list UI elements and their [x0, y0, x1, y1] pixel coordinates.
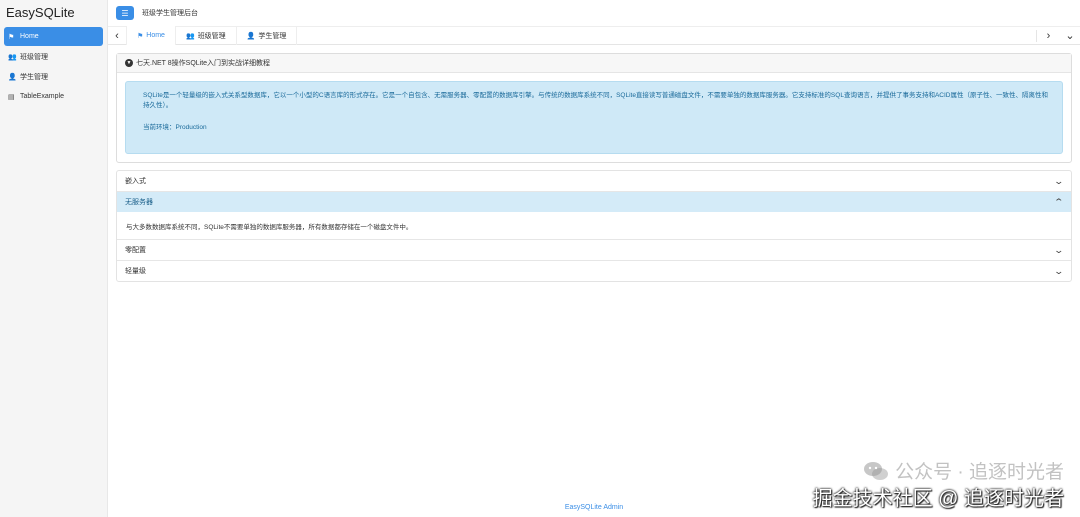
top-bar: ☰ 班级学生管理后台 — [108, 0, 1080, 26]
users-icon: 👥 — [185, 32, 195, 40]
accordion-item: 轻量级 ⌄ — [117, 261, 1071, 281]
chevron-down-icon: ⌄ — [1053, 265, 1065, 276]
sidebar-item-label: TableExample — [20, 93, 64, 100]
wechat-icon — [864, 461, 889, 480]
header-title: 班级学生管理后台 — [142, 10, 198, 17]
info-card: ▼ 七天.NET 8操作SQLite入门到实战详细教程 SQLite是一个轻量级… — [116, 53, 1072, 163]
accordion-header-embedded[interactable]: 嵌入式 ⌄ — [117, 171, 1071, 191]
chevron-down-icon: ⌄ — [1053, 175, 1065, 186]
accordion-item: 零配置 ⌄ — [117, 240, 1071, 261]
tab-bar: ‹ ⚑ Home 👥 班级管理 👤 学生管理 › ⌄ — [108, 26, 1080, 45]
chevron-down-icon: ⌄ — [1053, 244, 1065, 255]
tab-label: 学生管理 — [258, 32, 287, 40]
sidebar-item-table-example[interactable]: ▤ TableExample — [4, 87, 103, 106]
users-icon: 👥 — [8, 53, 17, 61]
menu-toggle-button[interactable]: ☰ — [116, 6, 134, 20]
info-alert: SQLite是一个轻量级的嵌入式关系型数据库，它以一个小型的C语言库的形式存在。… — [125, 81, 1063, 154]
tab-label: 班级管理 — [197, 32, 226, 40]
tab-scroll-right-button[interactable]: › — [1036, 29, 1060, 42]
user-icon: 👤 — [246, 32, 256, 40]
card-title: 七天.NET 8操作SQLite入门到实战详细教程 — [136, 60, 271, 67]
tab-menu-dropdown-button[interactable]: ⌄ — [1060, 29, 1080, 42]
tab-label: Home — [146, 32, 165, 39]
sidebar-item-class-management[interactable]: 👥 班级管理 — [4, 47, 103, 66]
accordion-header-zero-config[interactable]: 零配置 ⌄ — [117, 240, 1071, 260]
accordion-item: 嵌入式 ⌄ — [117, 171, 1071, 192]
table-icon: ▤ — [8, 93, 15, 101]
sidebar-item-home[interactable]: ⚑ Home — [4, 27, 103, 46]
accordion-item: 无服务器 ⌃ 与大多数数据库系统不同，SQLite不需要单独的数据库服务器，所有… — [117, 192, 1071, 240]
brand-title[interactable]: EasySQLite — [0, 0, 107, 26]
tab-class-management[interactable]: 👥 班级管理 — [176, 26, 237, 45]
sidebar-item-label: Home — [20, 33, 39, 40]
tab-scroll-left-button[interactable]: ‹ — [108, 30, 126, 42]
flag-icon: ⚑ — [137, 32, 144, 40]
accordion-title: 轻量级 — [125, 268, 146, 275]
main-content: ▼ 七天.NET 8操作SQLite入门到实战详细教程 SQLite是一个轻量级… — [116, 53, 1072, 282]
accordion-title: 嵌入式 — [125, 178, 146, 185]
watermark-line-1: 公众号 · 追逐时光者 — [813, 457, 1064, 484]
accordion-body: 与大多数数据库系统不同，SQLite不需要单独的数据库服务器，所有数据都存储在一… — [126, 223, 413, 231]
chevron-up-icon: ⌃ — [1053, 196, 1065, 207]
chevron-down-icon: ⌄ — [1065, 30, 1075, 42]
feature-accordion: 嵌入式 ⌄ 无服务器 ⌃ 与大多数数据库系统不同，SQLite不需要单独的数据库… — [116, 170, 1072, 282]
sidebar-item-label: 学生管理 — [20, 73, 48, 81]
accordion-header-serverless[interactable]: 无服务器 ⌃ — [117, 192, 1071, 212]
flag-icon: ⚑ — [8, 33, 15, 41]
tab-home[interactable]: ⚑ Home — [126, 26, 176, 45]
accordion-title: 无服务器 — [125, 199, 153, 206]
card-header[interactable]: ▼ 七天.NET 8操作SQLite入门到实战详细教程 — [117, 54, 1071, 73]
footer-text: EasySQLite Admin — [564, 503, 624, 511]
accordion-title: 零配置 — [125, 247, 146, 254]
watermark: 公众号 · 追逐时光者 掘金技术社区 @ 追逐时光者 — [813, 457, 1064, 511]
watermark-text-2: 掘金技术社区 @ 追逐时光者 — [812, 488, 1064, 510]
user-icon: 👤 — [8, 73, 17, 81]
chevron-right-icon: › — [1046, 29, 1051, 42]
chevron-circle-down-icon: ▼ — [125, 59, 133, 67]
tab-student-management[interactable]: 👤 学生管理 — [237, 26, 298, 45]
chevron-left-icon: ‹ — [115, 29, 119, 42]
accordion-header-lightweight[interactable]: 轻量级 ⌄ — [117, 261, 1071, 281]
sidebar-item-student-management[interactable]: 👤 学生管理 — [4, 67, 103, 86]
watermark-text-1: 公众号 · 追逐时光者 — [895, 462, 1064, 483]
environment-text: 当前环境：Production — [143, 124, 207, 131]
alert-text: SQLite是一个轻量级的嵌入式关系型数据库，它以一个小型的C语言库的形式存在。… — [143, 92, 1048, 109]
sidebar-item-label: 班级管理 — [20, 53, 48, 61]
hamburger-icon: ☰ — [121, 8, 129, 18]
sidebar: EasySQLite ⚑ Home 👥 班级管理 👤 学生管理 ▤ TableE… — [0, 0, 108, 517]
